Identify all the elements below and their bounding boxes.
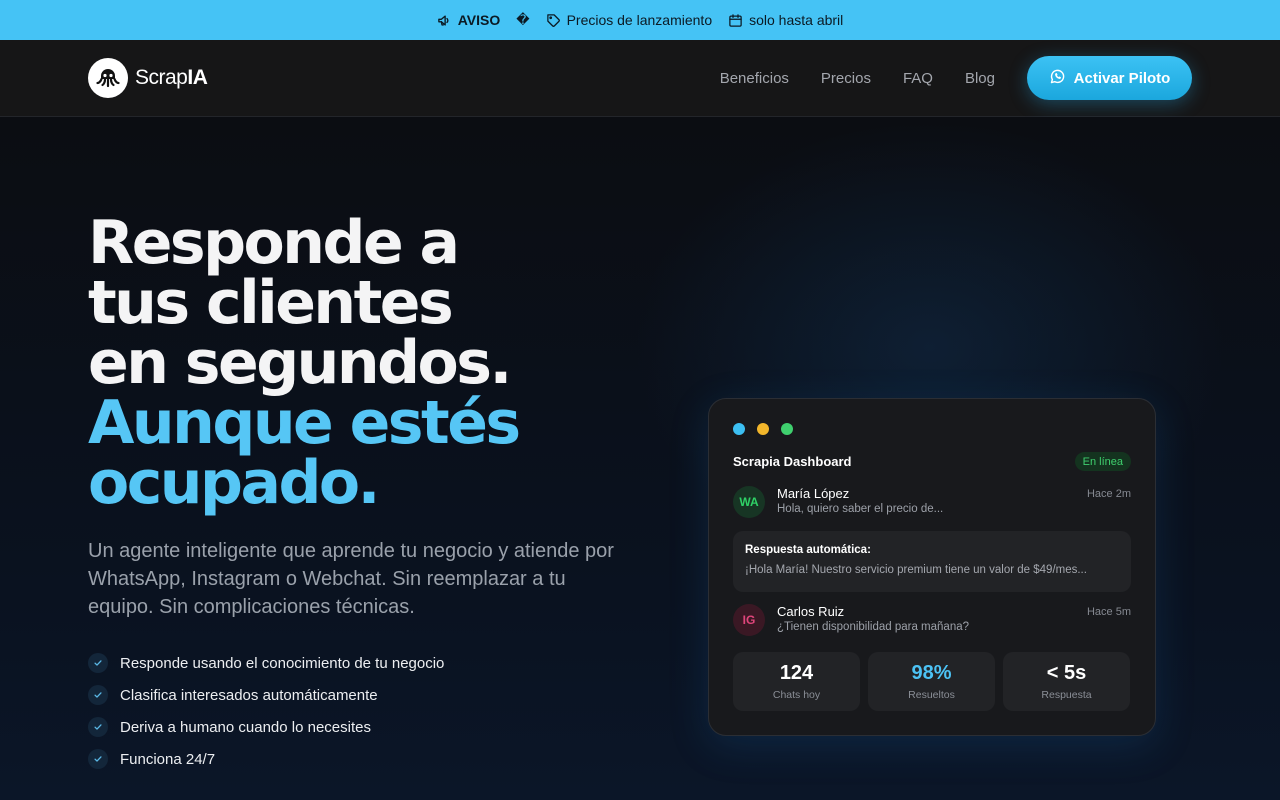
activate-pilot-label: Activar Piloto xyxy=(1073,69,1171,87)
window-dot-green xyxy=(781,423,793,435)
stats-row: 124 Chats hoy 98% Resueltos < 5s Respues… xyxy=(733,652,1130,711)
megaphone-icon xyxy=(437,13,452,28)
instagram-avatar: IG xyxy=(733,604,765,636)
feature-text: Deriva a humano cuando lo necesites xyxy=(120,718,371,736)
feature-item: Funciona 24/7 xyxy=(88,748,444,770)
announcement-deadline-text: solo hasta abril xyxy=(749,12,844,28)
whatsapp-icon xyxy=(1049,68,1066,89)
window-dot-blue xyxy=(733,423,745,435)
auto-reply-text: ¡Hola María! Nuestro servicio premium ti… xyxy=(745,564,1087,576)
logo-text: ScrapIA xyxy=(135,66,208,89)
nav-link-blog[interactable]: Blog xyxy=(965,70,995,87)
stat-value: 124 xyxy=(779,662,814,684)
feature-text: Funciona 24/7 xyxy=(120,750,216,768)
announcement-label: AVISO xyxy=(457,12,501,28)
check-icon xyxy=(88,717,108,737)
feature-text: Responde usando el conocimiento de tu ne… xyxy=(120,654,445,672)
nav-link-faq[interactable]: FAQ xyxy=(903,70,933,87)
headline-accent-line-2: ocupado. xyxy=(88,448,380,518)
tag-icon xyxy=(546,13,561,28)
announcement-notice: AVISO xyxy=(437,12,501,28)
check-icon xyxy=(88,685,108,705)
headline-line-2: tus clientes xyxy=(88,268,454,338)
stat-resolved: 98% Resueltos xyxy=(868,652,995,711)
stat-value: 98% xyxy=(911,662,952,684)
message-time: Hace 5m xyxy=(1086,606,1131,618)
dashboard-title: Scrapia Dashboard xyxy=(733,454,852,469)
announcement-promo-text: Precios de lanzamiento xyxy=(566,12,713,28)
headline-line-3: en segundos. xyxy=(88,328,512,398)
check-icon xyxy=(88,749,108,769)
feature-item: Clasifica interesados automáticamente xyxy=(88,684,444,706)
headline-accent-line-1: Aunque estés xyxy=(88,388,521,458)
hero-headline: Responde a tus clientes en segundos. Aun… xyxy=(88,213,648,513)
message-time: Hace 2m xyxy=(1086,488,1131,500)
feature-list: Responde usando el conocimiento de tu ne… xyxy=(88,652,444,780)
stat-label: Respuesta xyxy=(1041,689,1092,701)
feature-item: Deriva a humano cuando lo necesites xyxy=(88,716,444,738)
logo[interactable]: ScrapIA xyxy=(88,58,208,98)
auto-reply-label: Respuesta automática: xyxy=(745,544,871,556)
nav-link-precios[interactable]: Precios xyxy=(821,70,871,87)
announcement-bar: AVISO � Precios de lanzamiento solo hast… xyxy=(0,0,1280,40)
message-sender: María López xyxy=(777,486,850,501)
announcement-promo: Precios de lanzamiento xyxy=(546,12,713,28)
message-item: WA María López Hola, quiero saber el pre… xyxy=(733,486,1131,520)
nav-links: Beneficios Precios FAQ Blog xyxy=(720,40,995,116)
calendar-icon xyxy=(728,13,743,28)
stat-response-time: < 5s Respuesta xyxy=(1003,652,1130,711)
announcement-deadline: solo hasta abril xyxy=(728,12,843,28)
message-item: IG Carlos Ruiz ¿Tienen disponibilidad pa… xyxy=(733,604,1131,638)
message-preview: Hola, quiero saber el precio de... xyxy=(777,503,944,515)
stat-label: Chats hoy xyxy=(772,689,821,701)
feature-text: Clasifica interesados automáticamente xyxy=(120,686,378,704)
message-preview: ¿Tienen disponibilidad para mañana? xyxy=(777,621,970,633)
octopus-logo-icon xyxy=(88,58,128,98)
stat-chats-today: 124 Chats hoy xyxy=(733,652,860,711)
feature-item: Responde usando el conocimiento de tu ne… xyxy=(88,652,444,674)
window-dot-yellow xyxy=(757,423,769,435)
message-sender: Carlos Ruiz xyxy=(777,604,845,619)
navbar: ScrapIA Beneficios Precios FAQ Blog Acti… xyxy=(0,40,1280,117)
activate-pilot-button[interactable]: Activar Piloto xyxy=(1027,56,1192,100)
nav-link-beneficios[interactable]: Beneficios xyxy=(720,70,789,87)
announcement-separator: � xyxy=(516,12,530,27)
dashboard-preview-card: Scrapia Dashboard En línea WA María Lópe… xyxy=(708,398,1156,736)
hero-subtitle: Un agente inteligente que aprende tu neg… xyxy=(88,540,614,618)
stat-label: Resueltos xyxy=(908,689,955,701)
headline-line-1: Responde a xyxy=(88,208,460,278)
online-status-badge: En línea xyxy=(1074,452,1131,471)
window-controls xyxy=(733,423,793,435)
whatsapp-avatar: WA xyxy=(733,486,765,518)
check-icon xyxy=(88,653,108,673)
stat-value: < 5s xyxy=(1046,662,1087,684)
auto-reply-box: Respuesta automática: ¡Hola María! Nuest… xyxy=(733,531,1131,592)
